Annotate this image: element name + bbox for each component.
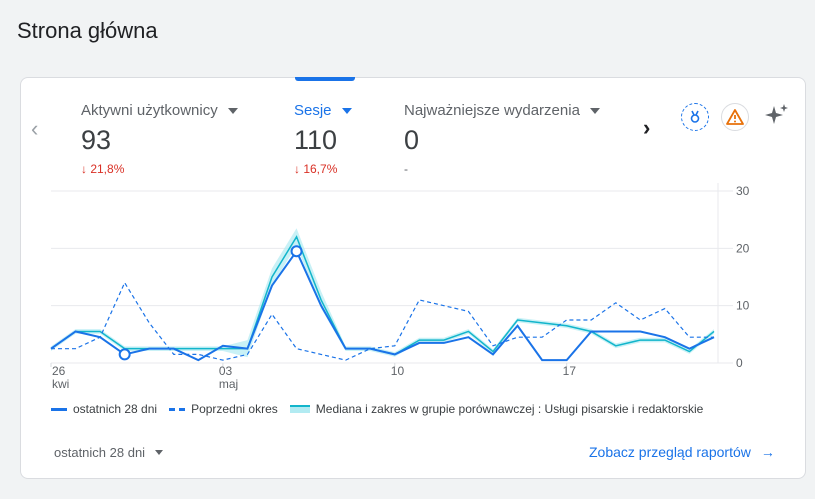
x-tick-label: 10 xyxy=(391,364,405,378)
x-tick-label: 26 xyxy=(52,364,66,378)
legend-item-benchmark[interactable]: Mediana i zakres w grupie porównawczej :… xyxy=(289,402,704,416)
chevron-down-icon[interactable] xyxy=(155,450,164,455)
legend-label: Mediana i zakres w grupie porównawczej :… xyxy=(315,402,704,416)
x-tick-label: 03 xyxy=(219,364,233,378)
legend-swatch xyxy=(51,407,67,411)
legend-label: ostatnich 28 dni xyxy=(73,402,158,416)
arrow-right-icon: → xyxy=(760,444,775,460)
y-tick-label: 10 xyxy=(736,299,750,313)
legend-item-previous[interactable]: Poprzedni okres xyxy=(169,402,278,416)
overview-card: ‹ Aktywni użytkownicy 93 ↓ 21,8% Sesje 1… xyxy=(20,77,806,479)
legend-item-current[interactable]: ostatnich 28 dni xyxy=(51,402,157,416)
legend-swatch xyxy=(169,407,186,411)
legend-swatch xyxy=(289,405,310,413)
chart-legend: ostatnich 28 dni Poprzedni okres Mediana… xyxy=(51,402,715,416)
y-tick-label: 0 xyxy=(736,356,743,370)
period-select[interactable]: ostatnich 28 dni xyxy=(54,445,164,460)
benchmark-median-line xyxy=(50,235,715,356)
page-title: Strona główna xyxy=(17,18,158,43)
y-tick-label: 20 xyxy=(736,241,750,255)
benchmark-range-band xyxy=(51,228,714,358)
legend-label: Poprzedni okres xyxy=(191,402,278,416)
y-tick-label: 30 xyxy=(736,184,750,198)
x-tick-sublabel: kwi xyxy=(52,377,69,391)
view-reports-link[interactable]: Zobacz przegląd raportów → xyxy=(589,444,775,460)
period-label: ostatnich 28 dni xyxy=(54,445,146,460)
data-point-marker xyxy=(118,348,131,361)
sessions-chart: 0 10 20 30 26kwi 03maj 10 17 xyxy=(50,183,750,391)
x-tick-sublabel: maj xyxy=(219,377,238,391)
x-tick-label: 17 xyxy=(563,364,577,378)
report-link-label: Zobacz przegląd raportów xyxy=(589,444,751,460)
data-point-marker xyxy=(290,245,303,258)
